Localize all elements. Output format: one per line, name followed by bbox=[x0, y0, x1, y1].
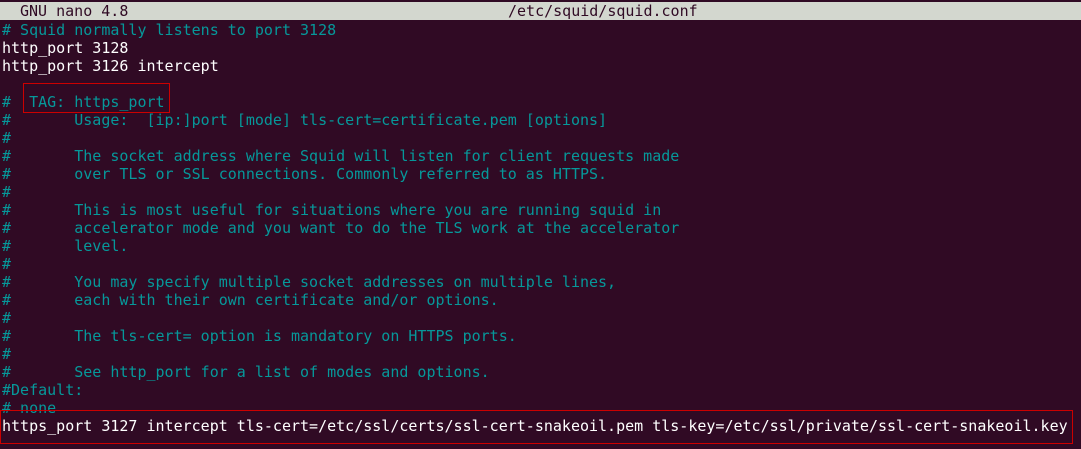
comment-line: # See http_port for a list of modes and … bbox=[2, 363, 490, 381]
config-line: http_port 3126 intercept bbox=[2, 57, 219, 75]
comment-line: # This is most useful for situations whe… bbox=[2, 201, 662, 219]
comment-line: # accelerator mode and you want to do th… bbox=[2, 219, 680, 237]
nano-editor-window: GNU nano 4.8 /etc/squid/squid.conf # Squ… bbox=[0, 0, 1081, 449]
comment-line: # Usage: [ip:]port [mode] tls-cert=certi… bbox=[2, 111, 608, 129]
comment-line: # Squid normally listens to port 3128 bbox=[2, 21, 337, 39]
comment-line: # bbox=[2, 183, 12, 201]
comment-line: # bbox=[2, 255, 12, 273]
comment-line: # The tls-cert= option is mandatory on H… bbox=[2, 327, 517, 345]
comment-line: # bbox=[2, 345, 12, 363]
comment-line: # each with their own certificate and/or… bbox=[2, 291, 499, 309]
nano-title-bar: GNU nano 4.8 /etc/squid/squid.conf bbox=[0, 2, 1081, 20]
comment-line: # level. bbox=[2, 237, 129, 255]
comment-line: # over TLS or SSL connections. Commonly … bbox=[2, 165, 608, 183]
editor-name: GNU nano 4.8 bbox=[20, 2, 129, 20]
comment-line: #Default: bbox=[2, 381, 84, 399]
comment-line: # TAG: https_port bbox=[2, 93, 165, 111]
config-line: https_port 3127 intercept tls-cert=/etc/… bbox=[2, 417, 1068, 435]
comment-line: # You may specify multiple socket addres… bbox=[2, 273, 617, 291]
editor-text-area[interactable]: # Squid normally listens to port 3128 htt… bbox=[2, 21, 1081, 435]
file-path: /etc/squid/squid.conf bbox=[508, 2, 698, 20]
comment-line: # bbox=[2, 129, 12, 147]
config-line: http_port 3128 bbox=[2, 39, 129, 57]
config-line bbox=[2, 75, 1081, 93]
comment-line: # The socket address where Squid will li… bbox=[2, 147, 680, 165]
comment-line: # bbox=[2, 309, 12, 327]
comment-line: # none bbox=[2, 399, 57, 417]
